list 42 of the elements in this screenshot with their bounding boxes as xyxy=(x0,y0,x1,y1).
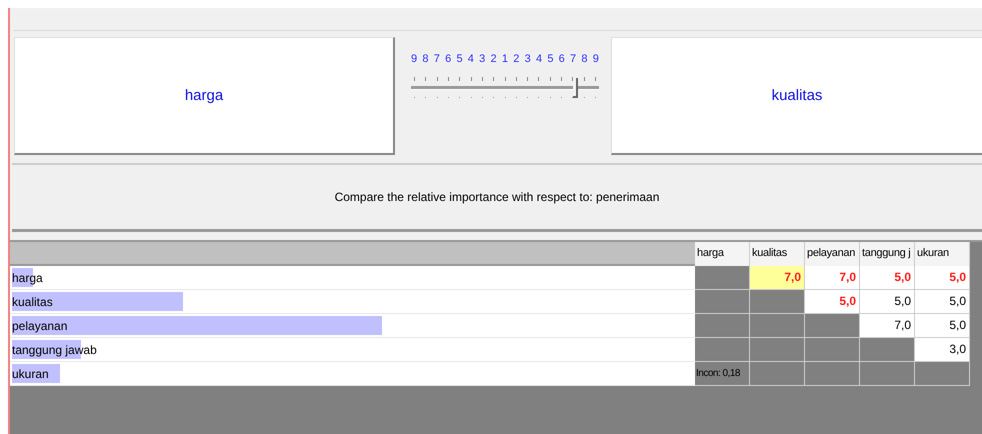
value-cell[interactable]: 5,0 xyxy=(860,266,915,290)
value-cell[interactable]: 7,0 xyxy=(805,266,860,290)
criterion-label: harga xyxy=(184,87,224,104)
column-header: pelayanan xyxy=(805,242,860,266)
value-cell[interactable]: 7,0 xyxy=(750,266,805,290)
scale-number: 4 xyxy=(536,53,542,65)
row-label: ukuran xyxy=(11,367,49,381)
criterion-label: kualitas xyxy=(772,87,822,104)
row-label: tanggung jawab xyxy=(11,343,97,357)
scale-number: 7 xyxy=(434,53,440,65)
scale-number: 3 xyxy=(479,53,486,65)
scale-number: 6 xyxy=(445,53,452,65)
scale-number: 6 xyxy=(558,53,565,65)
scale-number: 5 xyxy=(456,53,463,65)
value-cell[interactable]: 3,0 xyxy=(915,338,970,362)
column-header: harga xyxy=(695,242,750,266)
scale-number: 9 xyxy=(592,53,599,65)
column-header: ukuran xyxy=(915,242,970,266)
column-header: kualitas xyxy=(750,242,805,266)
inconsistency-cell: Incon: 0,18 xyxy=(695,362,750,386)
slider-thumb[interactable] xyxy=(572,78,578,98)
value-cell[interactable]: 7,0 xyxy=(860,314,915,338)
scale-number: 1 xyxy=(502,53,508,65)
scale-number: 8 xyxy=(422,53,428,65)
scale-number: 4 xyxy=(468,53,474,65)
scale-number: 3 xyxy=(524,53,531,65)
prompt-text: Compare the relative importance with respect to: penerimaan xyxy=(334,190,660,204)
scale-number: 2 xyxy=(490,53,497,65)
value-cell[interactable]: 5,0 xyxy=(915,314,970,338)
row-label: harga xyxy=(11,271,43,285)
row-label: kualitas xyxy=(11,295,53,309)
value-cell[interactable]: 5,0 xyxy=(805,290,860,314)
row-label: pelayanan xyxy=(11,319,68,333)
scale-number: 9 xyxy=(411,53,418,65)
scale-number: 8 xyxy=(581,53,588,65)
value-cell[interactable]: 5,0 xyxy=(915,266,970,290)
scale-number: 2 xyxy=(513,53,520,65)
scale-number: 5 xyxy=(547,53,554,65)
value-cell[interactable]: 5,0 xyxy=(915,290,970,314)
value-cell[interactable]: 5,0 xyxy=(860,290,915,314)
scale-number: 7 xyxy=(570,53,576,65)
column-header: tanggung j xyxy=(860,242,915,266)
